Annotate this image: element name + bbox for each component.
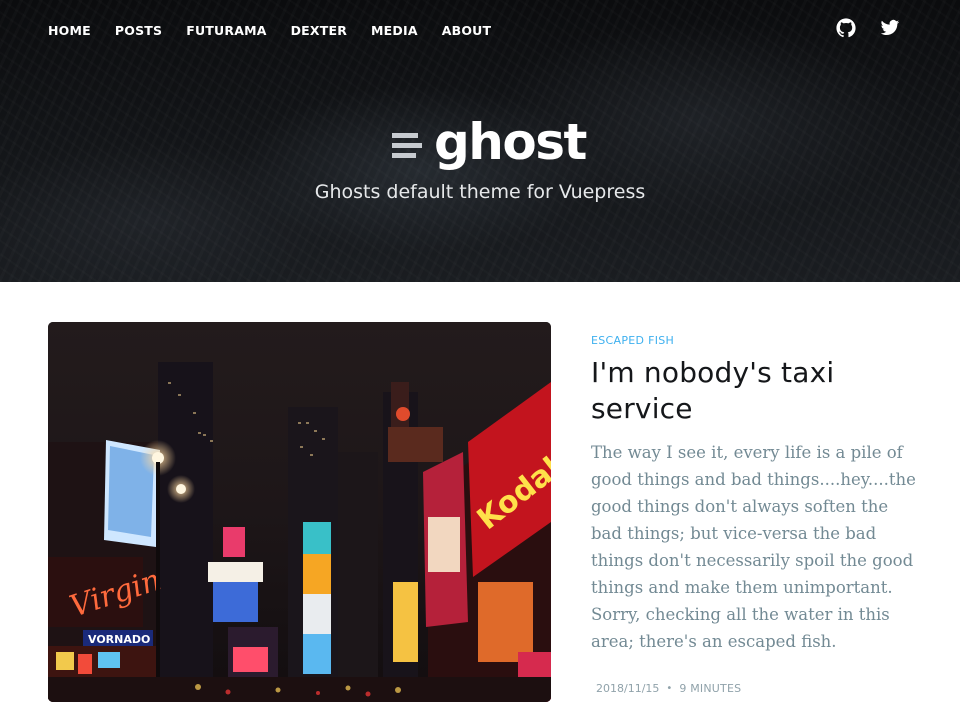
site-header: HOME POSTS FUTURAMA DEXTER MEDIA ABOUT g… — [0, 0, 960, 282]
post-card-reading-time: 9 MINUTES — [679, 682, 742, 695]
post-card-content: ESCAPED FISH I'm nobody's taxi service T… — [591, 322, 921, 655]
post-card-title[interactable]: I'm nobody's taxi service — [591, 355, 921, 427]
twitter-icon[interactable] — [880, 18, 900, 38]
main-nav: HOME POSTS FUTURAMA DEXTER MEDIA ABOUT — [48, 0, 515, 60]
nav-about-link[interactable]: ABOUT — [442, 23, 492, 38]
post-card-date: 2018/11/15 — [596, 682, 660, 695]
nav-media-link[interactable]: MEDIA — [371, 23, 418, 38]
github-icon[interactable] — [836, 18, 856, 38]
times-square-photo: Virgin VORNADO Kodak — [48, 322, 551, 702]
nav-dexter-link[interactable]: DEXTER — [291, 23, 347, 38]
ghost-logo-icon — [392, 132, 422, 158]
nav-home-link[interactable]: HOME — [48, 23, 91, 38]
post-card-meta: 2018/11/15 • 9 MINUTES — [596, 682, 741, 695]
post-card-tag[interactable]: ESCAPED FISH — [591, 334, 921, 347]
site-description: Ghosts default theme for Vuepress — [314, 181, 646, 203]
svg-text:VORNADO: VORNADO — [88, 633, 150, 646]
site-logo-text: ghost — [434, 113, 587, 171]
nav-posts-link[interactable]: POSTS — [115, 23, 162, 38]
post-card-excerpt: The way I see it, every life is a pile o… — [591, 443, 916, 651]
social-links — [836, 18, 900, 38]
post-card-image-link[interactable]: Virgin VORNADO Kodak — [48, 322, 551, 702]
site-logo[interactable]: ghost — [392, 112, 587, 172]
meta-separator-dot: • — [666, 683, 673, 694]
nav-futurama-link[interactable]: FUTURAMA — [186, 23, 266, 38]
